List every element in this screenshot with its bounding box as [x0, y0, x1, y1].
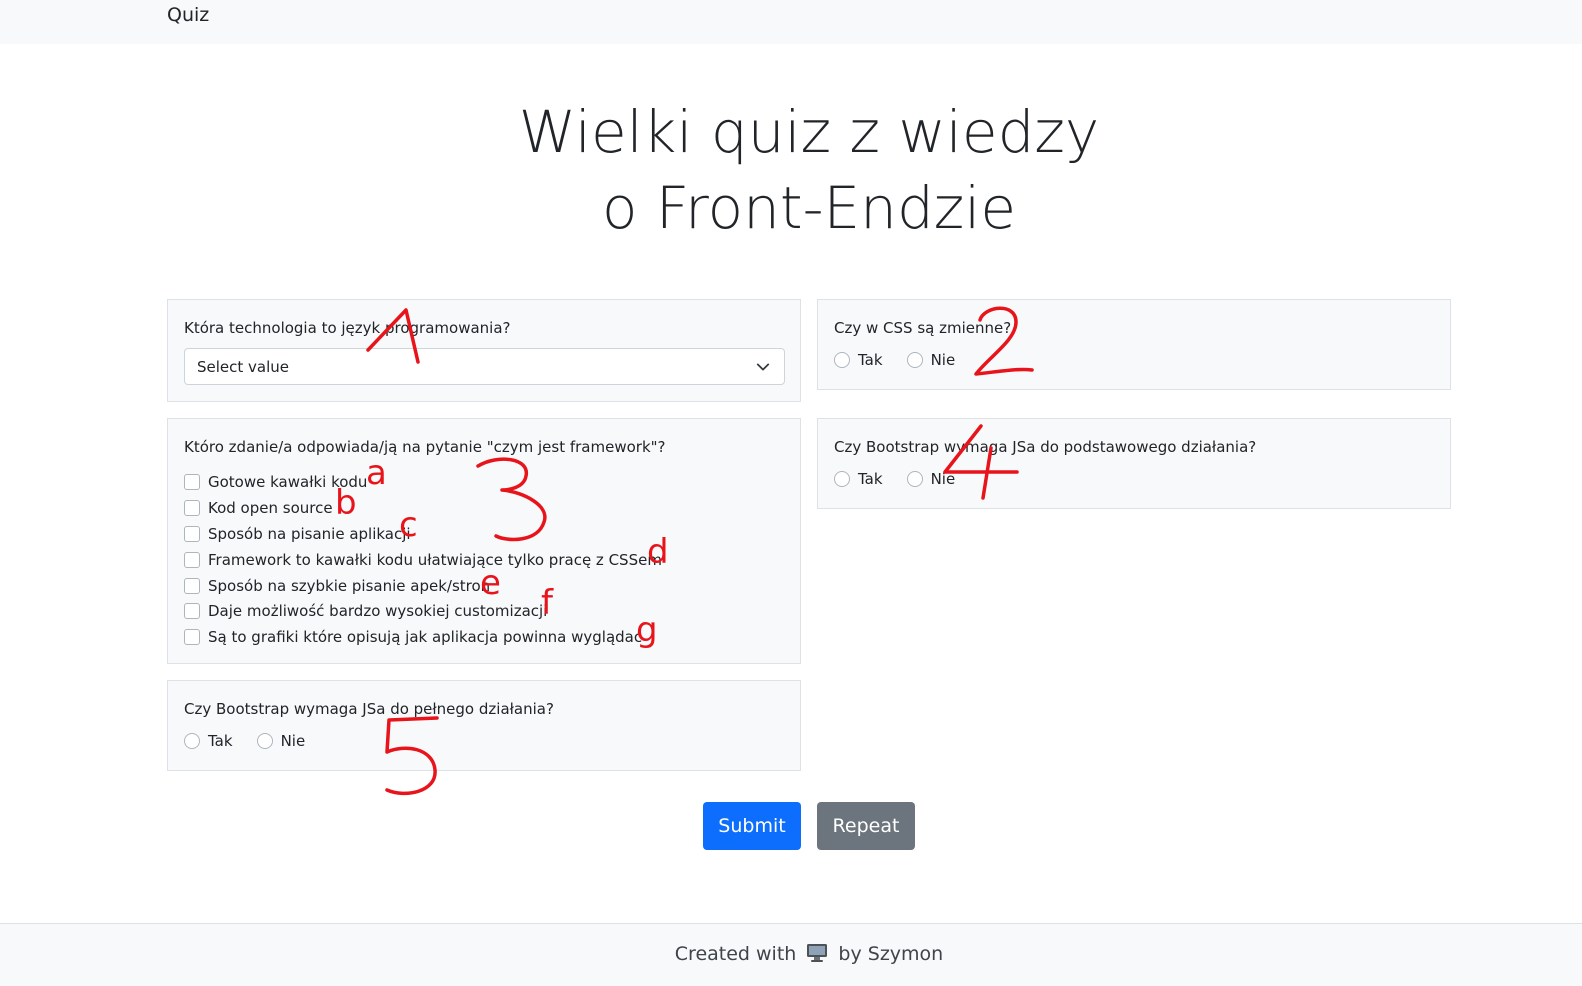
question-4-label: Czy Bootstrap wymaga JSa do podstawowego… — [834, 438, 1257, 456]
question-5-option-nie[interactable]: Nie — [256, 732, 306, 750]
select-value: Select value — [197, 358, 290, 376]
question-3-label: Któro zdanie/a odpowiada/ją na pytanie "… — [184, 438, 666, 456]
question-4-option-tak[interactable]: Tak — [834, 470, 883, 488]
question-card-4: Czy Bootstrap wymaga JSa do podstawowego… — [817, 418, 1451, 509]
navbar: Quiz — [0, 0, 1582, 44]
question-2-options: Tak Nie — [834, 351, 979, 369]
annotation-letter-a: a — [366, 453, 387, 493]
question-4-options: Tak Nie — [834, 470, 979, 488]
chevron-down-icon — [756, 363, 770, 371]
question-4-option-nie[interactable]: Nie — [906, 470, 956, 488]
footer-text-before: Created with — [674, 943, 797, 965]
checkbox[interactable] — [184, 525, 200, 542]
annotation-letter-d: d — [647, 532, 669, 572]
annotation-letter-f: f — [541, 583, 553, 623]
option-label: Sposób na pisanie aplikacji — [208, 524, 411, 543]
repeat-button[interactable]: Repeat — [817, 802, 915, 850]
question-5-options: Tak Nie — [184, 732, 329, 750]
radio-button[interactable] — [906, 352, 923, 368]
question-3-options: Gotowe kawałki kodu Kod open source Spos… — [184, 469, 662, 650]
radio-button[interactable] — [834, 471, 850, 487]
annotation-letter-g: g — [636, 610, 658, 650]
checkbox[interactable] — [184, 603, 200, 620]
radio-button[interactable] — [906, 471, 923, 487]
question-1-select[interactable]: Select value — [184, 348, 785, 385]
annotation-letter-b: b — [335, 483, 357, 523]
option-label: Sposób na szybkie pisanie apek/stron — [208, 576, 491, 595]
page-title: Wielki quiz z wiedzy o Front-Endzie — [0, 94, 1582, 246]
computer-icon — [807, 944, 828, 962]
option-label: Daje możliwość bardzo wysokiej customiza… — [208, 602, 548, 621]
option-label: Tak — [858, 470, 883, 488]
checkbox[interactable] — [184, 499, 200, 516]
annotation-letter-e: e — [480, 563, 501, 603]
question-card-1: Która technologia to język programowania… — [167, 299, 801, 402]
option-label: Nie — [930, 470, 956, 488]
question-1-label: Która technologia to język programowania… — [184, 319, 511, 337]
question-2-option-tak[interactable]: Tak — [834, 351, 883, 369]
question-card-2: Czy w CSS są zmienne? Tak Nie — [817, 299, 1451, 390]
submit-button[interactable]: Submit — [703, 802, 801, 850]
checkbox[interactable] — [184, 629, 200, 646]
question-3-option-c[interactable]: Sposób na pisanie aplikacji — [184, 521, 662, 547]
radio-button[interactable] — [184, 733, 200, 749]
question-5-label: Czy Bootstrap wymaga JSa do pełnego dzia… — [184, 700, 554, 718]
question-3-option-b[interactable]: Kod open source — [184, 495, 662, 521]
option-label: Są to grafiki które opisują jak aplikacj… — [208, 628, 643, 647]
option-label: Nie — [930, 351, 956, 369]
question-5-option-tak[interactable]: Tak — [184, 732, 233, 750]
option-label: Kod open source — [208, 498, 333, 517]
navbar-brand[interactable]: Quiz — [167, 4, 209, 26]
question-2-option-nie[interactable]: Nie — [906, 351, 956, 369]
question-3-option-f[interactable]: Daje możliwość bardzo wysokiej customiza… — [184, 598, 662, 624]
radio-button[interactable] — [256, 733, 273, 749]
checkbox[interactable] — [184, 473, 200, 490]
radio-button[interactable] — [834, 352, 850, 368]
question-3-option-d[interactable]: Framework to kawałki kodu ułatwiające ty… — [184, 547, 662, 573]
option-label: Framework to kawałki kodu ułatwiające ty… — [208, 550, 662, 569]
question-3-option-a[interactable]: Gotowe kawałki kodu — [184, 469, 662, 495]
question-card-3: Któro zdanie/a odpowiada/ją na pytanie "… — [167, 418, 801, 664]
footer-text-after: by Szymon — [838, 943, 944, 965]
option-label: Tak — [858, 351, 883, 369]
option-label: Nie — [280, 732, 306, 750]
question-2-label: Czy w CSS są zmienne? — [834, 319, 1012, 337]
question-card-5: Czy Bootstrap wymaga JSa do pełnego dzia… — [167, 680, 801, 771]
page-title-line-1: Wielki quiz z wiedzy — [518, 98, 1100, 166]
checkbox[interactable] — [184, 551, 200, 568]
page-title-line-2: o Front-Endzie — [601, 174, 1016, 242]
question-3-option-g[interactable]: Są to grafiki które opisują jak aplikacj… — [184, 624, 662, 650]
option-label: Tak — [208, 732, 233, 750]
checkbox[interactable] — [184, 577, 200, 594]
footer-text: Created with by Szymon — [0, 943, 1582, 965]
annotation-letter-c: c — [399, 505, 418, 545]
footer: Created with by Szymon — [0, 923, 1582, 986]
question-3-option-e[interactable]: Sposób na szybkie pisanie apek/stron — [184, 573, 662, 599]
